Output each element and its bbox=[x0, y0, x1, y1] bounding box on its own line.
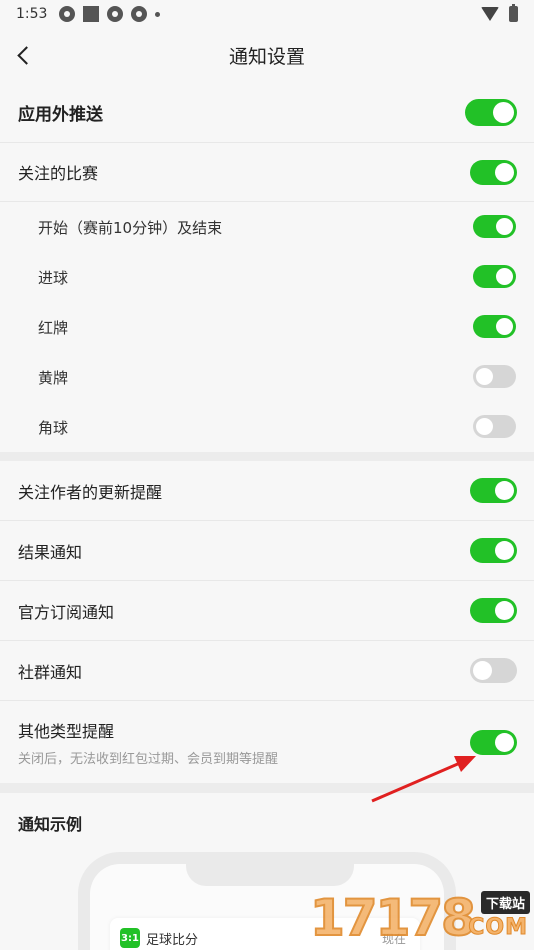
setting-label: 其他类型提醒 bbox=[18, 721, 115, 741]
setting-label: 黄牌 bbox=[38, 368, 69, 387]
watermark-logo: 17178 下载站 COM bbox=[300, 885, 534, 950]
toggle-knob bbox=[495, 163, 514, 182]
status-right-icons bbox=[481, 4, 518, 22]
setting-row-other-reminders: 其他类型提醒 关闭后，无法收到红包过期、会员到期等提醒 bbox=[0, 701, 534, 783]
toggle-knob bbox=[495, 733, 514, 752]
notification-app-name: 足球比分 bbox=[146, 932, 199, 948]
toggle-knob bbox=[476, 418, 493, 435]
app-header: 通知设置 bbox=[0, 28, 534, 82]
status-bar: 1:53 bbox=[0, 0, 534, 28]
notification-square-icon bbox=[83, 6, 100, 22]
result-toggle[interactable] bbox=[470, 538, 517, 563]
setting-row-corner: 角球 bbox=[0, 402, 534, 452]
setting-text-block: 其他类型提醒 关闭后，无法收到红包过期、会员到期等提醒 bbox=[18, 718, 278, 767]
notification-app-icon bbox=[107, 6, 124, 22]
toggle-knob bbox=[496, 318, 513, 335]
toggle-knob bbox=[473, 661, 492, 680]
start-end-toggle[interactable] bbox=[473, 215, 516, 238]
battery-icon bbox=[509, 4, 518, 22]
yellow-card-toggle[interactable] bbox=[473, 365, 516, 388]
watermark-tag: 下载站 bbox=[480, 891, 530, 914]
red-card-toggle[interactable] bbox=[473, 315, 516, 338]
setting-row-result: 结果通知 bbox=[0, 521, 534, 581]
setting-row-followed-matches: 关注的比赛 bbox=[0, 143, 534, 202]
toggle-knob bbox=[496, 268, 513, 285]
setting-label: 红牌 bbox=[38, 318, 69, 337]
setting-row-goal: 进球 bbox=[0, 252, 534, 302]
app-icon: 3:1 bbox=[120, 928, 140, 948]
setting-label: 开始（赛前10分钟）及结束 bbox=[38, 218, 223, 237]
setting-label: 进球 bbox=[38, 268, 69, 287]
watermark-number: 17178 bbox=[309, 888, 477, 948]
toggle-knob bbox=[496, 218, 513, 235]
push-toggle[interactable] bbox=[465, 99, 517, 126]
setting-row-official-subscription: 官方订阅通知 bbox=[0, 581, 534, 641]
chevron-left-icon bbox=[16, 45, 36, 65]
setting-label: 官方订阅通知 bbox=[18, 602, 115, 622]
setting-label: 社群通知 bbox=[18, 662, 83, 682]
toggle-knob bbox=[495, 481, 514, 500]
setting-row-red-card: 红牌 bbox=[0, 302, 534, 352]
toggle-knob bbox=[495, 541, 514, 560]
setting-row-yellow-card: 黄牌 bbox=[0, 352, 534, 402]
more-notifications-dot-icon bbox=[155, 11, 161, 17]
toggle-knob bbox=[495, 601, 514, 620]
status-notification-icons bbox=[59, 6, 161, 22]
setting-description: 关闭后，无法收到红包过期、会员到期等提醒 bbox=[18, 751, 279, 767]
toggle-knob bbox=[476, 368, 493, 385]
other-reminders-toggle[interactable] bbox=[470, 730, 517, 755]
setting-row-push: 应用外推送 bbox=[0, 82, 534, 143]
setting-label: 关注的比赛 bbox=[18, 164, 99, 183]
community-toggle[interactable] bbox=[470, 658, 517, 683]
setting-label: 角球 bbox=[38, 418, 69, 437]
setting-row-start-end: 开始（赛前10分钟）及结束 bbox=[0, 202, 534, 252]
back-button[interactable] bbox=[8, 40, 38, 70]
example-section-title: 通知示例 bbox=[18, 815, 83, 834]
status-time: 1:53 bbox=[16, 6, 48, 22]
notification-app-icon bbox=[131, 6, 148, 22]
followed-matches-toggle[interactable] bbox=[470, 160, 517, 185]
setting-row-community: 社群通知 bbox=[0, 641, 534, 701]
section-divider bbox=[0, 452, 534, 461]
author-updates-toggle[interactable] bbox=[470, 478, 517, 503]
page-title: 通知设置 bbox=[228, 45, 305, 68]
setting-row-author-updates: 关注作者的更新提醒 bbox=[0, 461, 534, 521]
notification-app-icon bbox=[59, 6, 76, 22]
corner-toggle[interactable] bbox=[473, 415, 516, 438]
official-subscription-toggle[interactable] bbox=[470, 598, 517, 623]
toggle-knob bbox=[493, 102, 514, 123]
goal-toggle[interactable] bbox=[473, 265, 516, 288]
setting-label: 应用外推送 bbox=[18, 104, 103, 125]
setting-label: 关注作者的更新提醒 bbox=[18, 482, 163, 502]
watermark-domain: COM bbox=[468, 915, 528, 941]
section-divider bbox=[0, 783, 534, 793]
wifi-icon bbox=[481, 7, 499, 21]
phone-notch bbox=[186, 852, 354, 886]
setting-label: 结果通知 bbox=[18, 542, 83, 562]
